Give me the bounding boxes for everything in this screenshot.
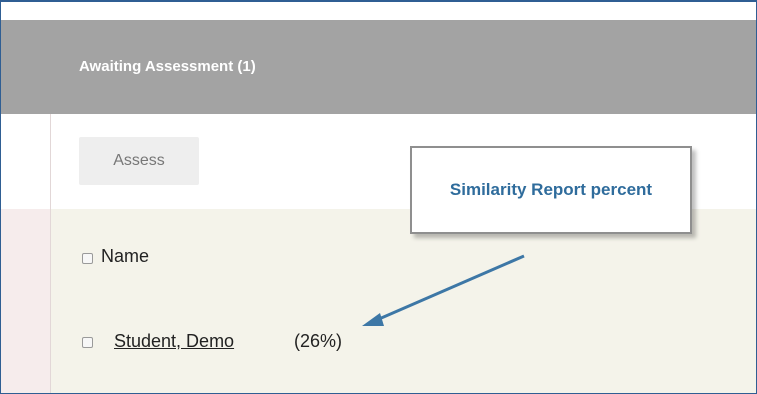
gutter-segment	[1, 301, 51, 393]
annotation-callout: Similarity Report percent	[410, 146, 692, 234]
callout-text: Similarity Report percent	[449, 180, 653, 199]
row-checkbox[interactable]	[82, 337, 93, 348]
section-title: Awaiting Assessment (1)	[79, 58, 256, 75]
section-header: Awaiting Assessment (1)	[1, 20, 756, 114]
student-name-link[interactable]: Student, Demo	[114, 331, 234, 352]
left-gutter	[1, 114, 51, 393]
table-row: Student, Demo (26%)	[51, 301, 756, 393]
name-column-header[interactable]: Name	[101, 246, 149, 267]
top-strip	[1, 2, 756, 20]
similarity-percent: (26%)	[294, 331, 343, 351]
select-all-checkbox[interactable]	[82, 253, 93, 264]
gutter-segment	[1, 114, 51, 209]
gutter-segment	[1, 209, 51, 301]
assess-button[interactable]: Assess	[79, 137, 199, 185]
